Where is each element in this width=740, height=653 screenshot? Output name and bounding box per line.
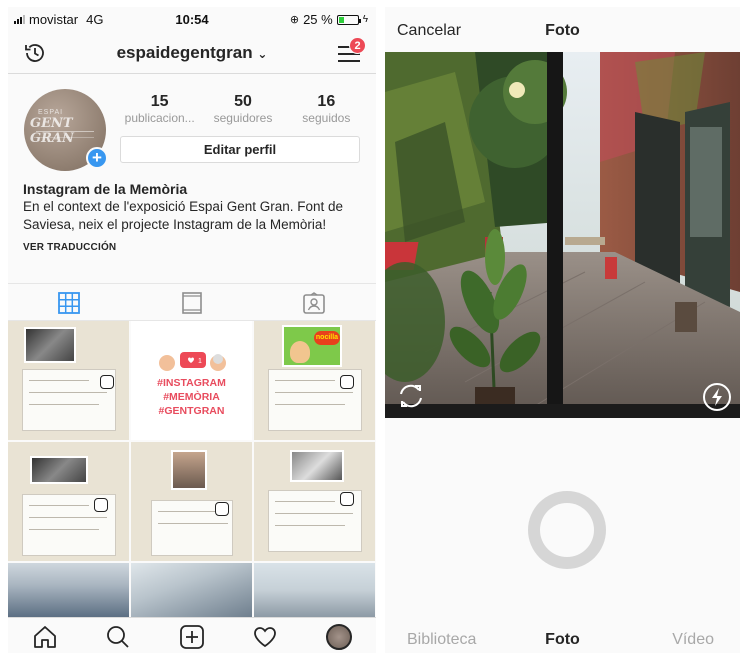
- heart-icon[interactable]: [252, 624, 278, 650]
- emoji-faces-icon: 1: [159, 352, 226, 371]
- display-name: Instagram de la Memòria: [23, 181, 188, 197]
- avatar-text-top: ESPAI: [38, 109, 64, 116]
- edit-profile-button[interactable]: Editar perfil: [120, 136, 360, 163]
- hashtag: #INSTAGRAM: [157, 377, 226, 389]
- post-thumbnail[interactable]: [8, 321, 129, 440]
- instagram-icon: [215, 502, 229, 516]
- post-thumbnail[interactable]: nocilla: [254, 321, 375, 440]
- camera-screen: Cancelar Foto Biblioteca Foto Vídeo: [385, 7, 740, 653]
- bio-text: En el context de l'exposició Espai Gent …: [23, 199, 344, 232]
- stat-following[interactable]: 16 seguidos: [285, 93, 368, 125]
- hashtag-list: #INSTAGRAM #MEMÒRIA #GENTGRAN: [131, 376, 252, 418]
- stat-posts[interactable]: 15 publicacion...: [118, 93, 201, 125]
- grid-view-icon[interactable]: [57, 292, 81, 314]
- feed-view-icon[interactable]: [180, 292, 204, 314]
- garden-scene: [385, 52, 740, 418]
- profile-avatar-icon[interactable]: [326, 624, 352, 650]
- instagram-icon: [100, 375, 114, 389]
- profile-bio: Instagram de la Memòria En el context de…: [23, 180, 368, 257]
- like-count: 1: [198, 358, 202, 365]
- camera-header: Cancelar Foto: [385, 7, 740, 52]
- tagged-photos-icon[interactable]: [302, 292, 326, 314]
- home-icon[interactable]: [32, 624, 58, 650]
- post-thumbnail[interactable]: [8, 442, 129, 561]
- camera-mode-tabs: Biblioteca Foto Vídeo: [385, 627, 740, 653]
- sticker-text: nocilla: [314, 331, 340, 345]
- stat-label: publicacion...: [124, 111, 195, 125]
- stat-followers[interactable]: 50 seguidores: [201, 93, 284, 125]
- add-story-icon[interactable]: +: [86, 147, 108, 169]
- instagram-icon: [340, 492, 354, 506]
- chevron-down-icon: ⌄: [257, 47, 268, 61]
- post-thumbnail[interactable]: [254, 442, 375, 561]
- username-switcher[interactable]: espaidegentgran ⌄: [8, 43, 376, 63]
- camera-viewfinder[interactable]: [385, 52, 740, 418]
- profile-header: espaidegentgran ⌄ 2: [8, 31, 376, 75]
- posts-grid: 1 #INSTAGRAM #MEMÒRIA #GENTGRAN nocilla: [8, 321, 376, 617]
- orientation-lock-icon: ⊕: [289, 14, 300, 26]
- flash-icon[interactable]: [702, 382, 732, 412]
- battery-icon: [336, 14, 361, 25]
- status-bar: movistar 4G 10:54 ⊕ 25 % ϟ: [8, 7, 376, 29]
- profile-tabs: [8, 283, 376, 321]
- post-thumbnail[interactable]: [131, 442, 252, 561]
- post-thumbnail[interactable]: [131, 563, 252, 617]
- stat-label: seguidores: [213, 111, 273, 125]
- new-post-icon[interactable]: [179, 624, 205, 650]
- post-thumbnail[interactable]: [254, 563, 375, 617]
- profile-screen: movistar 4G 10:54 ⊕ 25 % ϟ espaidegentgr…: [8, 7, 376, 653]
- battery-percent: 25 %: [303, 12, 333, 27]
- stat-count: 15: [150, 93, 169, 110]
- bottom-navigation: [8, 617, 376, 653]
- switch-camera-icon[interactable]: [395, 382, 427, 410]
- header-divider: [8, 73, 376, 74]
- notification-badge: 2: [349, 37, 366, 54]
- instagram-icon: [340, 375, 354, 389]
- tab-video[interactable]: Vídeo: [672, 631, 714, 649]
- stat-label: seguidos: [302, 111, 351, 125]
- profile-stats: 15 publicacion... 50 seguidores 16 segui…: [118, 93, 368, 125]
- charging-icon: ϟ: [362, 14, 368, 25]
- instagram-icon: [94, 498, 108, 512]
- post-thumbnail[interactable]: [8, 563, 129, 617]
- hashtag: #MEMÒRIA: [163, 391, 220, 403]
- hashtag: #GENTGRAN: [158, 405, 225, 417]
- post-thumbnail[interactable]: 1 #INSTAGRAM #MEMÒRIA #GENTGRAN: [131, 321, 252, 440]
- stat-count: 50: [234, 93, 252, 110]
- translate-link[interactable]: VER TRADUCCIÓN: [23, 239, 368, 257]
- username: espaidegentgran: [116, 43, 253, 62]
- shutter-button[interactable]: [528, 491, 606, 569]
- stat-count: 16: [317, 93, 336, 110]
- search-icon[interactable]: [105, 624, 131, 650]
- camera-title: Foto: [545, 22, 580, 39]
